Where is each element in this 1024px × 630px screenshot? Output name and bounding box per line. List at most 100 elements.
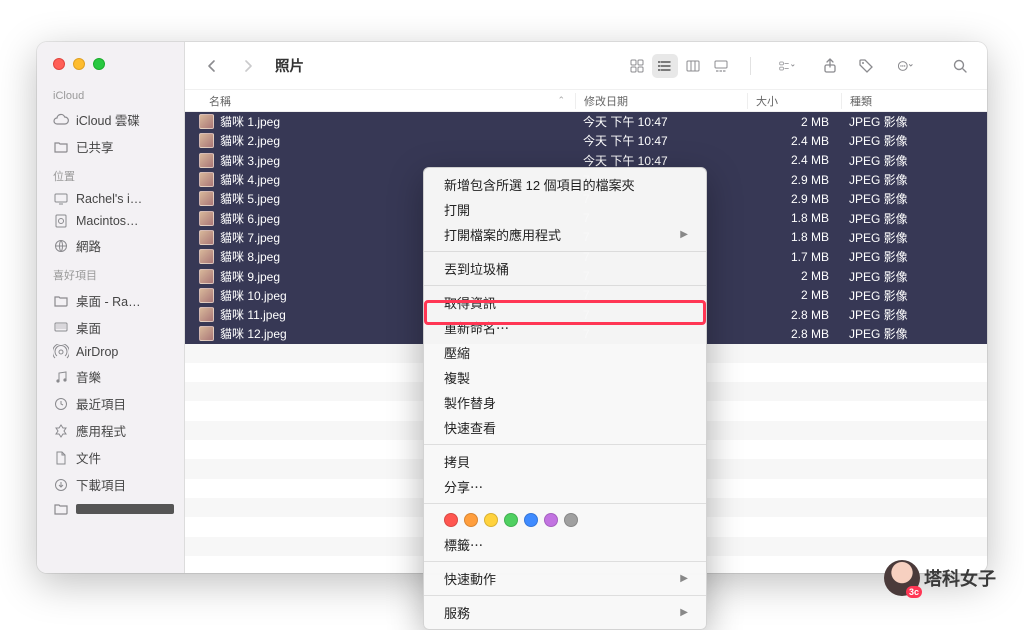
globe-icon [53,239,69,253]
column-header-kind[interactable]: 種類 [841,93,987,109]
context-menu-item[interactable]: 壓縮 [424,340,706,365]
file-thumb-icon [199,133,214,148]
context-menu-item[interactable]: 丟到垃圾桶 [424,256,706,281]
context-menu-item-label: 服務 [444,603,470,622]
file-thumb-icon [199,172,214,187]
file-kind: JPEG 影像 [841,248,987,265]
file-thumb-icon [199,191,214,206]
context-menu-item-label: 打開檔案的應用程式 [444,225,561,244]
tag-color-dot[interactable] [504,513,518,527]
icon-view-button[interactable] [624,54,650,78]
sidebar-item[interactable]: AirDrop [37,341,184,363]
file-size: 2.8 MB [747,327,841,341]
column-header-name[interactable]: 名稱⌃ [185,93,575,109]
sidebar-item-label: 桌面 [76,318,174,337]
sidebar-item[interactable]: iCloud 雲碟 [37,106,184,133]
file-thumb-icon [199,326,214,341]
context-menu-item-label: 製作替身 [444,393,496,412]
tag-color-dot[interactable] [524,513,538,527]
file-kind: JPEG 影像 [841,152,987,169]
group-menu-button[interactable] [767,54,807,78]
context-menu-tags[interactable] [424,508,706,532]
sidebar-item[interactable]: 已共享 [37,133,184,160]
sidebar-item[interactable]: 桌面 - Ra… [37,287,184,314]
search-button[interactable] [947,54,973,78]
file-kind: JPEG 影像 [841,306,987,323]
file-row[interactable]: 貓咪 2.jpeg今天 下午 10:472.4 MBJPEG 影像 [185,131,987,150]
sidebar-item-label [76,504,174,514]
context-menu-item[interactable]: 快速動作▶ [424,566,706,591]
context-menu-item[interactable]: 標籤⋯ [424,532,706,557]
sidebar-item[interactable]: 下載項目 [37,471,184,498]
column-header-date[interactable]: 修改日期 [575,93,747,109]
file-thumb-icon [199,211,214,226]
tag-color-dot[interactable] [464,513,478,527]
view-switcher [624,54,734,78]
file-size: 2.9 MB [747,173,841,187]
action-menu-button[interactable] [889,54,923,78]
context-menu-item[interactable]: 打開 [424,197,706,222]
file-thumb-icon [199,269,214,284]
file-row[interactable]: 貓咪 1.jpeg今天 下午 10:472 MBJPEG 影像 [185,112,987,131]
sidebar-item[interactable]: 音樂 [37,363,184,390]
submenu-arrow-icon: ▶ [680,607,688,618]
cloud-icon [53,113,69,127]
file-kind: JPEG 影像 [841,190,987,207]
context-menu-item[interactable]: 分享⋯ [424,474,706,499]
context-menu-item-label: 丟到垃圾桶 [444,259,509,278]
tag-color-dot[interactable] [444,513,458,527]
toolbar: 照片 [185,42,987,90]
column-view-button[interactable] [680,54,706,78]
context-menu-separator [424,595,706,596]
sidebar-section-label: 位置 [37,160,184,188]
sidebar-item[interactable]: Rachel's i… [37,188,184,210]
context-menu-item[interactable]: 打開檔案的應用程式 ▶ [424,222,706,247]
list-view-button[interactable] [652,54,678,78]
file-size: 2.4 MB [747,153,841,167]
sidebar: iCloudiCloud 雲碟已共享位置Rachel's i…Macintos…… [37,42,185,573]
monitor-icon [53,192,69,206]
clock-icon [53,397,69,411]
file-name: 貓咪 10.jpeg [220,287,287,304]
context-menu-item[interactable]: 複製 [424,365,706,390]
file-name: 貓咪 7.jpeg [220,229,280,246]
context-menu-item[interactable]: 取得資訊 [424,290,706,315]
context-menu-item-label: 取得資訊 [444,293,496,312]
file-thumb-icon [199,153,214,168]
tags-button[interactable] [853,54,879,78]
sidebar-item[interactable]: 最近項目 [37,390,184,417]
share-button[interactable] [817,54,843,78]
context-menu-separator [424,444,706,445]
sidebar-item[interactable]: 文件 [37,444,184,471]
sidebar-item[interactable]: 應用程式 [37,417,184,444]
sidebar-item[interactable] [37,498,184,520]
music-icon [53,370,69,384]
context-menu-separator [424,561,706,562]
sidebar-item[interactable]: Macintos… [37,210,184,232]
submenu-arrow-icon: ▶ [680,229,688,240]
file-kind: JPEG 影像 [841,268,987,285]
file-name: 貓咪 6.jpeg [220,210,280,227]
close-window-button[interactable] [53,58,65,70]
tag-color-dot[interactable] [544,513,558,527]
tag-color-dot[interactable] [484,513,498,527]
back-button[interactable] [199,54,225,78]
sidebar-item[interactable]: 桌面 [37,314,184,341]
minimize-window-button[interactable] [73,58,85,70]
forward-button[interactable] [235,54,261,78]
file-kind: JPEG 影像 [841,229,987,246]
context-menu-item[interactable]: 製作替身 [424,390,706,415]
gallery-view-button[interactable] [708,54,734,78]
context-menu-item[interactable]: 拷貝 [424,449,706,474]
context-menu-item[interactable]: 服務 ▶ [424,600,706,625]
context-menu-item-label: 快速查看 [444,418,496,437]
column-header-size[interactable]: 大小 [747,93,841,109]
context-menu-item[interactable]: 重新命名⋯ [424,315,706,340]
sidebar-item[interactable]: 網路 [37,232,184,259]
context-menu-item[interactable]: 快速查看 [424,415,706,440]
context-menu-item[interactable]: 新增包含所選 12 個項目的檔案夾 [424,172,706,197]
zoom-window-button[interactable] [93,58,105,70]
tag-color-dot[interactable] [564,513,578,527]
folder-icon [53,294,69,308]
folder-icon [53,502,69,516]
